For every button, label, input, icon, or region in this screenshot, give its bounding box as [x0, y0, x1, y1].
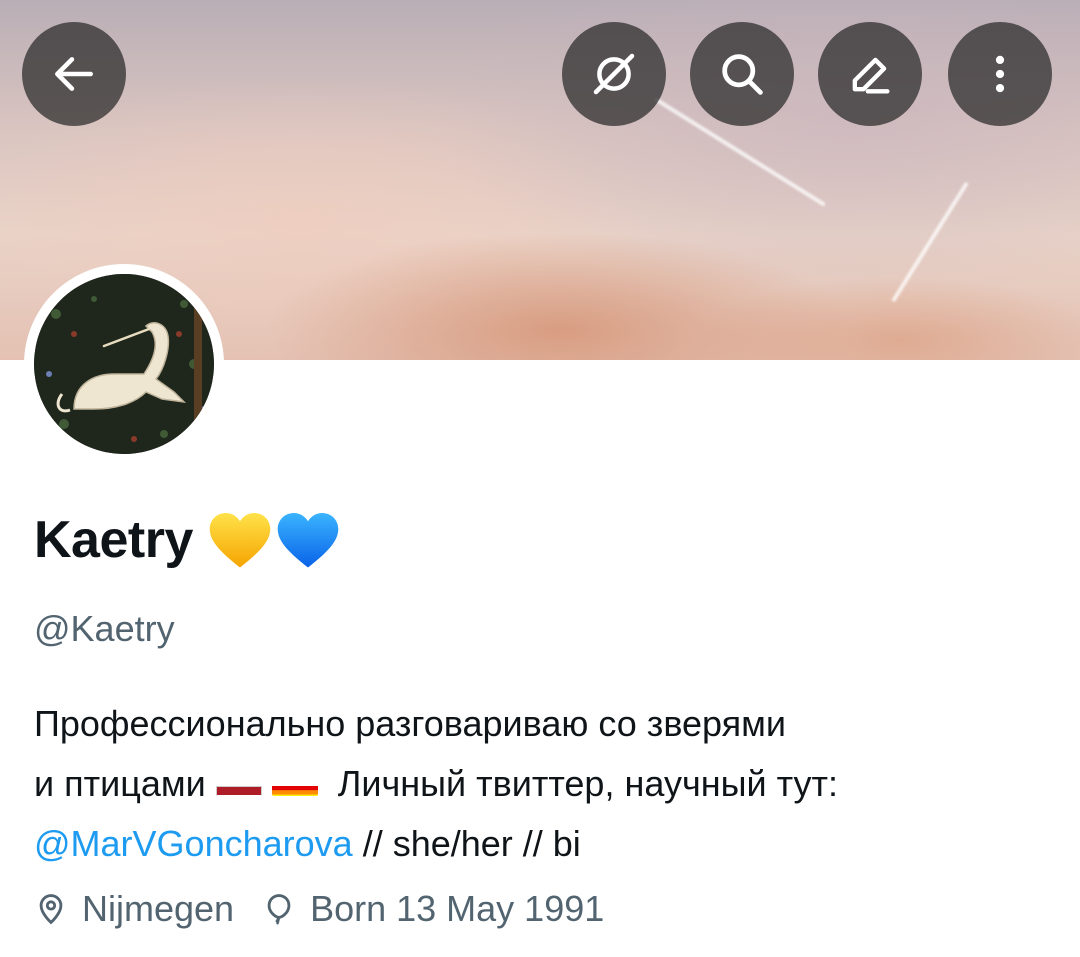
- banner-contrail: [891, 181, 969, 303]
- avatar[interactable]: [24, 264, 224, 464]
- search-icon: [722, 54, 763, 95]
- user-handle: @Kaetry: [34, 608, 175, 649]
- birthday-text: Born 13 May 1991: [310, 888, 605, 929]
- bio-line-2: и птицами Личный твиттер, научный тут:: [34, 754, 1054, 814]
- rainbow-flag-icon: [271, 770, 318, 797]
- more-vertical-icon: [995, 55, 1005, 93]
- hide-icon: [593, 53, 635, 95]
- mention-link[interactable]: @MarVGoncharova: [34, 823, 353, 864]
- unicorn-avatar-illustration: [34, 274, 214, 454]
- search-button[interactable]: [690, 22, 794, 126]
- edit-button[interactable]: [818, 22, 922, 126]
- yellow-heart-icon: [209, 513, 271, 568]
- location-item: Nijmegen: [34, 888, 234, 930]
- netherlands-flag-icon: [215, 770, 262, 797]
- edit-icon: [852, 57, 890, 94]
- heart-emojis: [207, 508, 341, 572]
- more-button[interactable]: [948, 22, 1052, 126]
- profile-bio: Профессионально разговариваю со зверями …: [34, 694, 1054, 874]
- hide-button[interactable]: [562, 22, 666, 126]
- location-text: Nijmegen: [82, 888, 235, 929]
- bio-line-2-suffix: Личный твиттер, научный тут:: [337, 763, 838, 804]
- location-pin-icon: [39, 894, 63, 925]
- back-button[interactable]: [22, 22, 126, 126]
- arrow-left-icon: [55, 57, 93, 91]
- profile-meta: Nijmegen Born 13 May 1991: [34, 888, 604, 930]
- bio-line-1: Профессионально разговариваю со зверями: [34, 703, 787, 744]
- bio-line-3: @MarVGoncharova // she/her // bi: [34, 814, 1054, 874]
- balloon-icon: [267, 894, 291, 925]
- name-row: Kaetry: [34, 508, 341, 572]
- blue-heart-icon: [277, 513, 339, 568]
- bio-line-3-suffix: // she/her // bi: [352, 823, 581, 864]
- birthday-item: Born 13 May 1991: [262, 888, 604, 930]
- bio-line-2-prefix: и птицами: [34, 763, 206, 804]
- display-name: Kaetry: [34, 511, 193, 569]
- avatar-image: [34, 274, 214, 454]
